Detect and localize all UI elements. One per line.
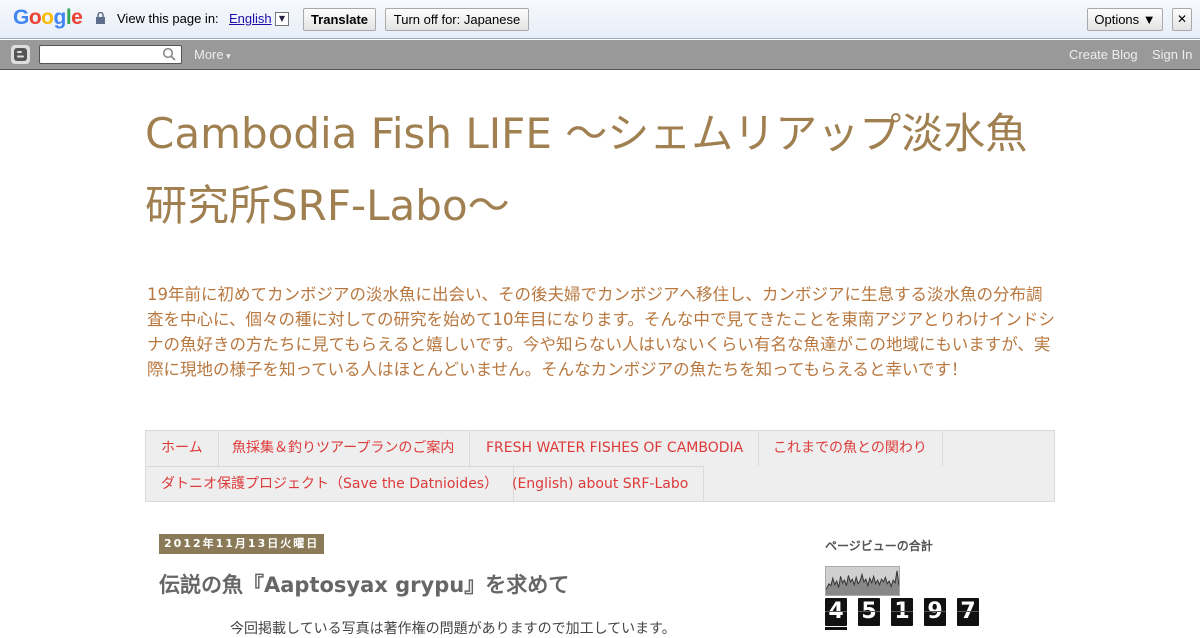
post-title[interactable]: 伝説の魚『Aaptosyax grypu』を求めて [159,569,569,599]
counter-digit: 4 [825,598,847,626]
translate-bar: Google View this page in: English ▼ Tran… [0,0,1200,39]
logo-letter: g [53,6,67,29]
tab-fishing-tour[interactable]: 魚採集＆釣りツアープランのご案内 [217,431,471,466]
pageviews-heading: ページビューの合計 [825,539,933,553]
language-select[interactable]: English [229,11,272,26]
counter-digit: 7 [957,598,979,626]
create-blog-link[interactable]: Create Blog [1069,47,1138,62]
close-icon[interactable]: ✕ [1172,8,1192,31]
counter-digit: 5 [858,598,880,626]
search-icon[interactable] [162,47,176,61]
more-label: More [194,47,224,62]
tab-english-about[interactable]: (English) about SRF-Labo [497,466,705,501]
search-input[interactable] [39,45,182,64]
counter-digit: 9 [924,598,946,626]
logo-letter: G [13,6,29,29]
view-page-label: View this page in: [117,11,219,26]
options-button[interactable]: Options ▼ [1087,8,1163,31]
logo-letter: o [28,6,42,29]
tab-home[interactable]: ホーム [146,431,219,466]
turn-off-button[interactable]: Turn off for: Japanese [385,8,529,31]
tab-datnioides-project[interactable]: ダトニオ保護プロジェクト（Save the Datnioides） [146,466,515,501]
counter-digit: 1 [891,598,913,626]
tab-history[interactable]: これまでの魚との関わり [758,431,943,466]
chevron-down-icon[interactable]: ▼ [275,12,289,26]
sign-in-link[interactable]: Sign In [1152,47,1192,62]
blog-description: 19年前に初めてカンボジアの淡水魚に出会い、その後夫婦でカンボジアへ移住し、カン… [147,285,1055,379]
pageviews-sparkline [825,566,900,596]
logo-letter: o [41,6,54,29]
post-date: 2012年11月13日火曜日 [159,534,325,554]
more-menu[interactable]: More ▾ [194,47,231,62]
blogger-navbar: More ▾ Create Blog Sign In [0,40,1200,70]
page-tabs: ホーム 魚採集＆釣りツアープランのご案内 FRESH WATER FISHES … [145,430,1055,502]
translate-button[interactable]: Translate [303,8,376,31]
tab-freshwater-fishes[interactable]: FRESH WATER FISHES OF CAMBODIA [471,431,760,466]
caret-down-icon: ▾ [223,51,231,61]
post-body: 今回掲載している写真は著作権の問題がありますので加工しています。 [230,621,676,637]
google-logo: Google [13,6,83,30]
blog-title[interactable]: Cambodia Fish LIFE ～シェムリアップ淡水魚研究所SRF-Lab… [145,98,1045,242]
blogger-logo-icon[interactable] [11,45,30,64]
logo-letter: e [71,6,83,29]
lock-icon [96,12,105,24]
